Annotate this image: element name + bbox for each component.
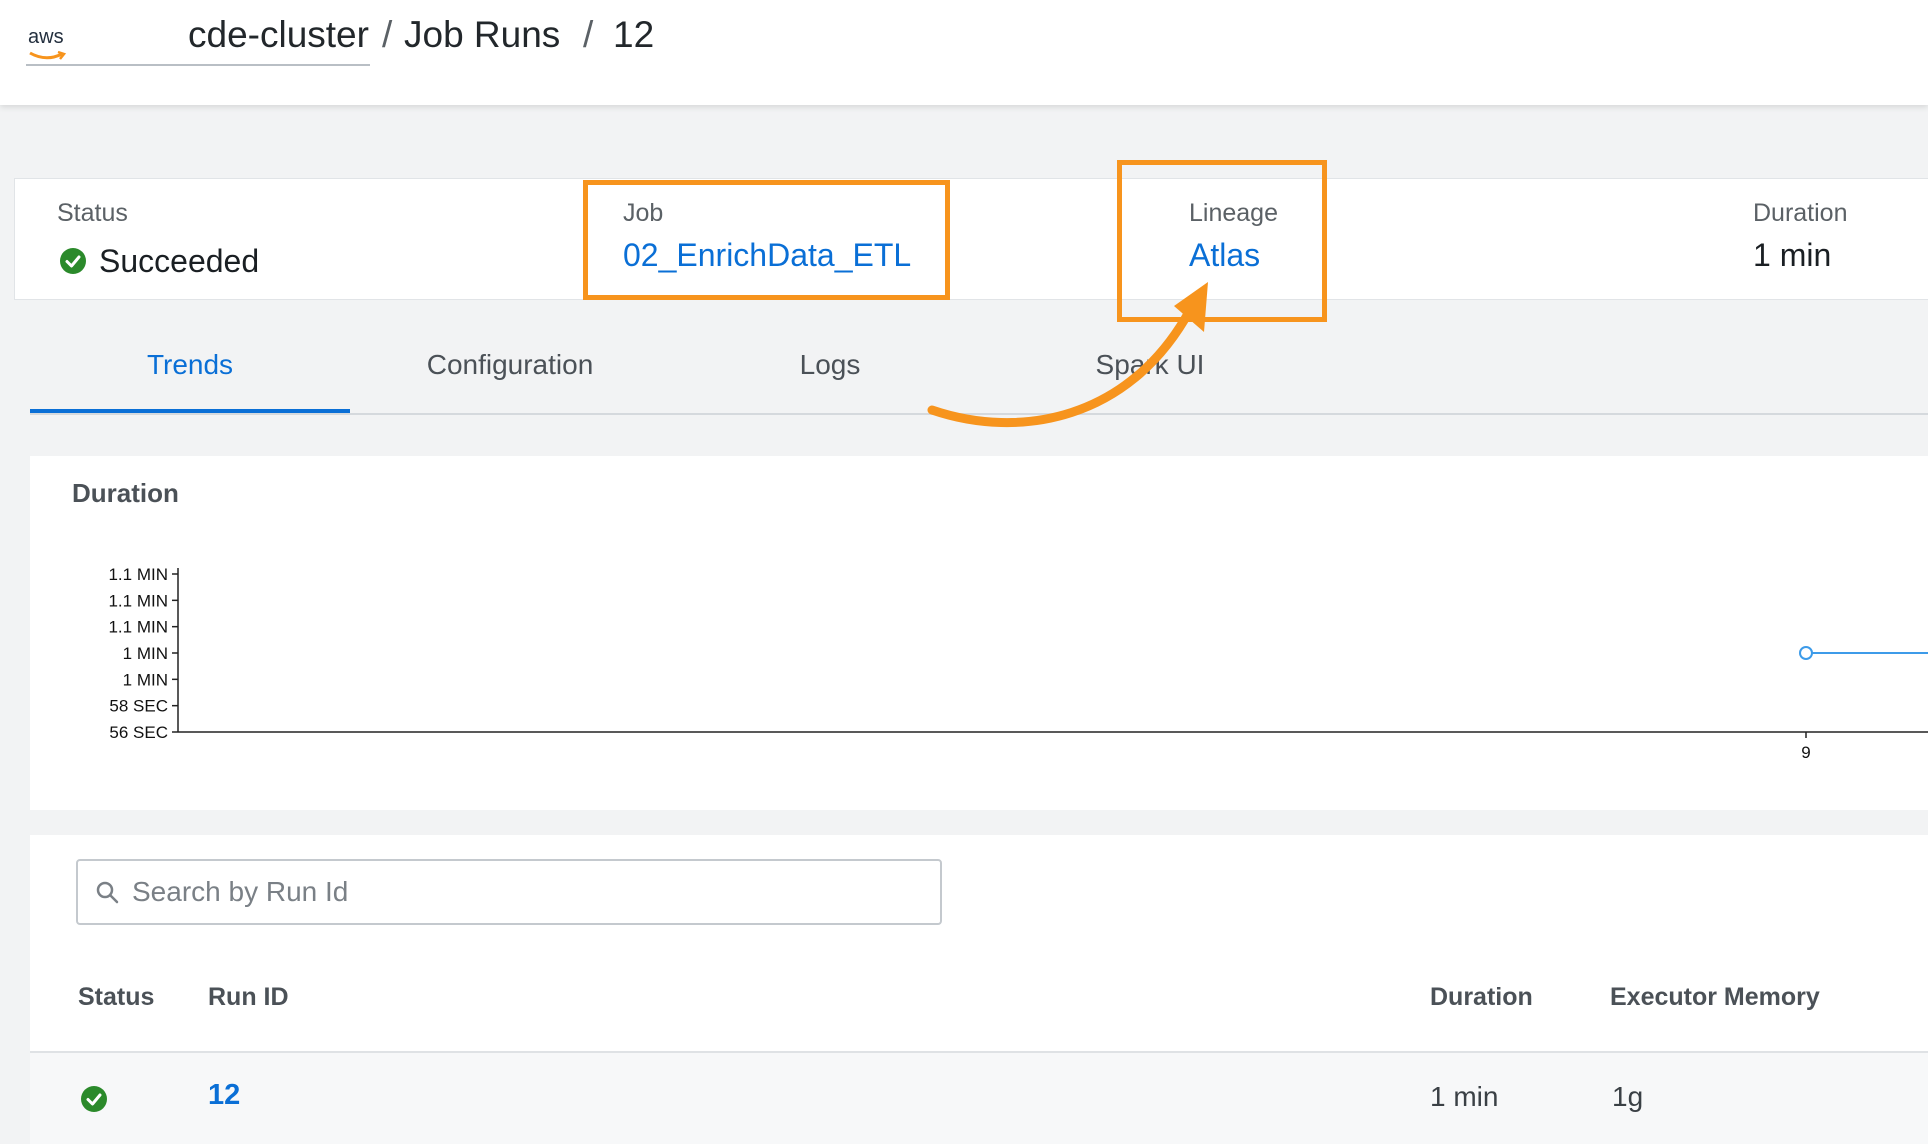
x-tick-label: 9: [1801, 743, 1810, 762]
y-tick-label: 1.1 MIN: [108, 565, 168, 584]
tab-logs[interactable]: Logs: [670, 320, 990, 413]
run-id-link[interactable]: 12: [208, 1079, 240, 1112]
search-icon: [96, 881, 119, 904]
tab-spark-ui[interactable]: Spark UI: [990, 320, 1310, 413]
row-duration: 1 min: [1430, 1081, 1499, 1112]
runs-table-card: Status Run ID Duration Executor Memory 1…: [30, 835, 1928, 1144]
y-tick-label: 56 SEC: [109, 723, 168, 742]
column-header-run-id[interactable]: Run ID: [208, 983, 289, 1012]
search-box[interactable]: [76, 859, 942, 925]
status-value: Succeeded: [99, 243, 260, 279]
search-input[interactable]: [132, 869, 912, 915]
job-label: Job: [623, 199, 664, 227]
tab-trends[interactable]: Trends: [30, 320, 350, 413]
breadcrumb-separator: /: [382, 14, 393, 55]
duration-value: 1 min: [1753, 237, 1832, 273]
job-link[interactable]: 02_EnrichData_ETL: [623, 237, 911, 274]
breadcrumb-job-runs[interactable]: Job Runs: [404, 14, 560, 56]
duration-chart: 1.1 MIN 1.1 MIN 1.1 MIN 1 MIN 1 MIN 58 SEC 56 …: [108, 565, 1928, 762]
breadcrumb-run-id: 12: [613, 14, 655, 55]
y-tick-label: 1.1 MIN: [108, 591, 168, 610]
run-summary-card: Status Succeeded Job 02_EnrichData_ETL L…: [14, 178, 1928, 300]
breadcrumb-separator: /: [583, 14, 594, 55]
success-check-icon: [81, 1086, 107, 1112]
aws-logo-text: aws: [28, 26, 64, 48]
y-tick-label: 1 MIN: [123, 644, 168, 663]
column-header-executor-memory[interactable]: Executor Memory: [1610, 983, 1820, 1012]
duration-label: Duration: [1753, 199, 1848, 227]
column-header-duration[interactable]: Duration: [1430, 983, 1533, 1012]
top-header: aws cde-cluster / Job Runs / 12: [0, 0, 1928, 105]
aws-smile-icon: [29, 50, 67, 60]
duration-chart-card: Duration 1.1 MIN 1.1 MIN 1.1 MIN 1 MIN 1 MIN…: [30, 456, 1928, 810]
row-executor-memory: 1g: [1612, 1081, 1644, 1112]
column-header-status[interactable]: Status: [78, 983, 154, 1012]
y-tick-label: 58 SEC: [109, 697, 168, 716]
status-label: Status: [57, 199, 128, 227]
tab-configuration[interactable]: Configuration: [350, 320, 670, 413]
aws-logo: aws: [28, 26, 88, 66]
data-point: [1799, 646, 1813, 660]
lineage-atlas-link[interactable]: Atlas: [1189, 237, 1260, 274]
success-check-icon: [60, 248, 86, 274]
table-row[interactable]: 12 1 min 1g: [30, 1053, 1928, 1144]
breadcrumb-cluster[interactable]: cde-cluster: [188, 14, 369, 56]
y-tick-label: 1 MIN: [123, 670, 168, 689]
y-tick-label: 1.1 MIN: [108, 618, 168, 637]
tab-bar: Trends Configuration Logs Spark UI: [30, 320, 1928, 415]
lineage-label: Lineage: [1189, 199, 1278, 227]
